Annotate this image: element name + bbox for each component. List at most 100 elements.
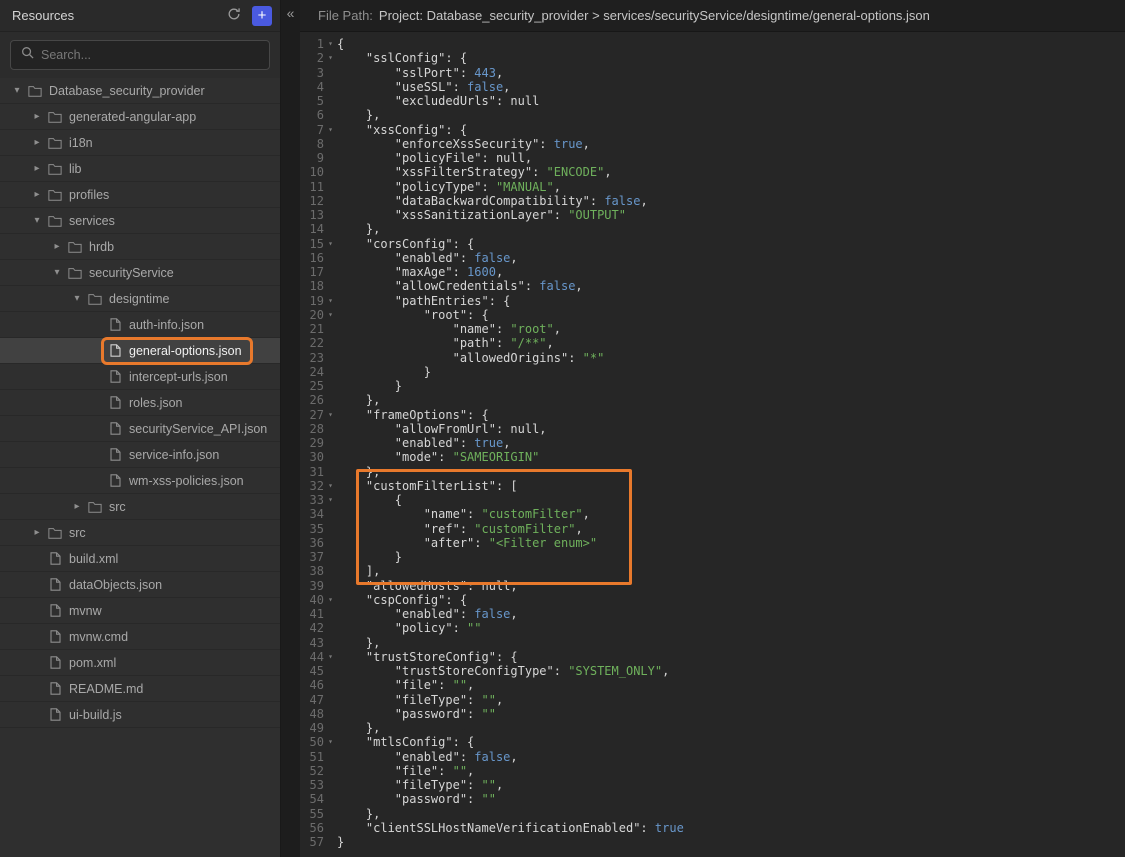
chevron-right-icon[interactable]: ▸ (30, 163, 44, 174)
add-resource-button[interactable]: + (252, 6, 272, 26)
tree-file-wm-xss-policies.json[interactable]: wm-xss-policies.json (0, 468, 280, 494)
tree-item-content: src (84, 496, 134, 518)
fold-gutter-spacer (324, 365, 337, 379)
code-line-text: "fileType": "", (337, 693, 503, 707)
code-line: 23 "allowedOrigins": "*" (300, 351, 1125, 365)
line-number: 33 (300, 493, 324, 507)
refresh-button[interactable] (224, 6, 244, 26)
chevron-right-icon[interactable]: ▸ (30, 189, 44, 200)
code-line: 57} (300, 835, 1125, 849)
file-icon (107, 422, 123, 435)
tree-item-label: securityService (89, 266, 174, 280)
code-line: 29 "enabled": true, (300, 436, 1125, 450)
code-line-text: "name": "customFilter", (337, 507, 590, 521)
tree-folder-generated-angular-app[interactable]: ▸generated-angular-app (0, 104, 280, 130)
tree-file-roles.json[interactable]: roles.json (0, 390, 280, 416)
code-line: 8 "enforceXssSecurity": true, (300, 137, 1125, 151)
fold-gutter-spacer (324, 564, 337, 578)
tree-folder-Database_security_provider[interactable]: ▾Database_security_provider (0, 78, 280, 104)
tree-item-label: ui-build.js (69, 708, 122, 722)
fold-icon[interactable]: ▾ (324, 735, 337, 749)
tree-file-auth-info.json[interactable]: auth-info.json (0, 312, 280, 338)
fold-icon[interactable]: ▾ (324, 237, 337, 251)
search-input[interactable] (41, 48, 259, 62)
line-number: 1 (300, 37, 324, 51)
fold-icon[interactable]: ▾ (324, 37, 337, 51)
tree-folder-profiles[interactable]: ▸profiles (0, 182, 280, 208)
folder-icon (47, 163, 63, 175)
fold-icon[interactable]: ▾ (324, 308, 337, 322)
folder-icon (47, 189, 63, 201)
line-number: 54 (300, 792, 324, 806)
tree-folder-src[interactable]: ▸src (0, 520, 280, 546)
tree-file-README.md[interactable]: README.md (0, 676, 280, 702)
fold-icon[interactable]: ▾ (324, 650, 337, 664)
search-box[interactable] (10, 40, 270, 70)
chevron-right-icon[interactable]: ▸ (30, 111, 44, 122)
chevron-right-icon[interactable]: ▸ (30, 137, 44, 148)
code-line: 15▾ "corsConfig": { (300, 237, 1125, 251)
fold-gutter-spacer (324, 279, 337, 293)
tree-file-dataObjects.json[interactable]: dataObjects.json (0, 572, 280, 598)
tree-file-securityService_API.json[interactable]: securityService_API.json (0, 416, 280, 442)
chevron-right-icon[interactable]: ▸ (70, 501, 84, 512)
fold-icon[interactable]: ▾ (324, 479, 337, 493)
fold-icon[interactable]: ▾ (324, 123, 337, 137)
tree-folder-i18n[interactable]: ▸i18n (0, 130, 280, 156)
code-area[interactable]: 1▾{2▾ "sslConfig": {3 "sslPort": 443,4 "… (300, 32, 1125, 857)
code-line: 6 }, (300, 108, 1125, 122)
chevron-right-icon[interactable]: ▸ (30, 527, 44, 538)
tree-file-mvnw.cmd[interactable]: mvnw.cmd (0, 624, 280, 650)
code-line-text: "cspConfig": { (337, 593, 467, 607)
chevron-down-icon[interactable]: ▾ (30, 215, 44, 226)
fold-icon[interactable]: ▾ (324, 294, 337, 308)
tree-file-build.xml[interactable]: build.xml (0, 546, 280, 572)
editor-pane: File Path: Project: Database_security_pr… (300, 0, 1125, 857)
code-line: 25 } (300, 379, 1125, 393)
fold-gutter-spacer (324, 579, 337, 593)
tree-folder-services[interactable]: ▾services (0, 208, 280, 234)
line-number: 49 (300, 721, 324, 735)
code-line-text: "corsConfig": { (337, 237, 474, 251)
collapse-sidebar-button[interactable]: « (281, 0, 300, 26)
file-icon (47, 630, 63, 643)
tree-file-intercept-urls.json[interactable]: intercept-urls.json (0, 364, 280, 390)
fold-gutter-spacer (324, 764, 337, 778)
tree-folder-securityService[interactable]: ▾ securityService (0, 260, 280, 286)
line-number: 24 (300, 365, 324, 379)
fold-icon[interactable]: ▾ (324, 493, 337, 507)
tree-file-mvnw[interactable]: mvnw (0, 598, 280, 624)
code-line-text: "xssConfig": { (337, 123, 467, 137)
chevron-right-icon[interactable]: ▸ (50, 241, 64, 252)
code-line-text: "after": "<Filter enum>" (337, 536, 597, 550)
file-tree: ▾Database_security_provider▸generated-an… (0, 78, 280, 857)
tree-file-pom.xml[interactable]: pom.xml (0, 650, 280, 676)
code-line: 43 }, (300, 636, 1125, 650)
chevron-down-icon[interactable]: ▾ (50, 267, 64, 278)
resources-panel: Resources + ▾Database_security_provider▸… (0, 0, 281, 857)
fold-icon[interactable]: ▾ (324, 593, 337, 607)
tree-folder-hrdb[interactable]: ▸hrdb (0, 234, 280, 260)
line-number: 27 (300, 408, 324, 422)
code-line: 32▾ "customFilterList": [ (300, 479, 1125, 493)
code-line: 17 "maxAge": 1600, (300, 265, 1125, 279)
tree-item-content: service-info.json (104, 444, 227, 466)
fold-gutter-spacer (324, 621, 337, 635)
chevron-down-icon[interactable]: ▾ (10, 85, 24, 96)
tree-item-content: Database_security_provider (24, 80, 213, 102)
fold-icon[interactable]: ▾ (324, 51, 337, 65)
chevron-down-icon[interactable]: ▾ (70, 293, 84, 304)
tree-folder-lib[interactable]: ▸lib (0, 156, 280, 182)
code-line-text: "mtlsConfig": { (337, 735, 474, 749)
tree-file-service-info.json[interactable]: service-info.json (0, 442, 280, 468)
tree-file-general-options.json[interactable]: general-options.json (0, 338, 280, 364)
fold-gutter-spacer (324, 450, 337, 464)
fold-gutter-spacer (324, 522, 337, 536)
tree-file-ui-build.js[interactable]: ui-build.js (0, 702, 280, 728)
code-line-text: "allowFromUrl": null, (337, 422, 547, 436)
tree-folder-designtime[interactable]: ▾designtime (0, 286, 280, 312)
app-window: Resources + ▾Database_security_provider▸… (0, 0, 1125, 857)
tree-folder-src[interactable]: ▸src (0, 494, 280, 520)
fold-icon[interactable]: ▾ (324, 408, 337, 422)
search-bar (0, 32, 280, 78)
